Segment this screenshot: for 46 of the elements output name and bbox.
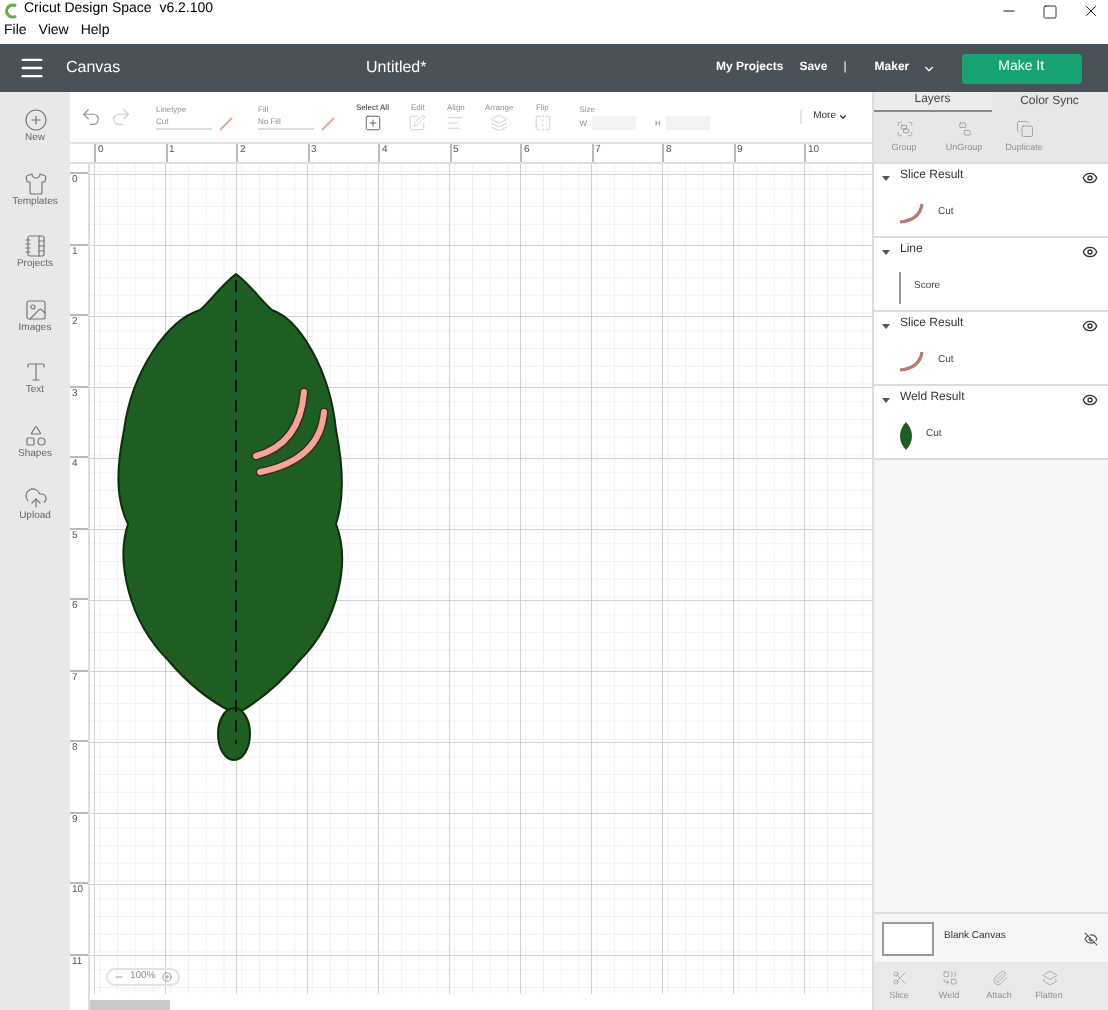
arrange-icon	[490, 114, 509, 132]
duplicate-icon	[1015, 119, 1033, 138]
color-swatch-icon[interactable]	[320, 115, 336, 131]
document-title: Untitled*	[366, 56, 429, 80]
close-icon[interactable]	[1082, 2, 1100, 20]
align-icon	[446, 114, 465, 132]
ungroup-icon	[955, 119, 973, 138]
scrollbar[interactable]	[90, 1000, 170, 1010]
section-title: Canvas	[66, 56, 123, 80]
group-icon	[895, 119, 913, 138]
arc-thumbnail-icon	[898, 349, 926, 373]
app-logo-icon	[4, 2, 20, 20]
expand-arrow-icon[interactable]	[882, 173, 890, 181]
flip-icon	[533, 114, 552, 132]
menu-icon[interactable]	[18, 54, 46, 82]
new-icon	[23, 108, 47, 132]
undo-icon[interactable]	[80, 106, 102, 128]
visibility-icon[interactable]	[1082, 317, 1098, 333]
maximize-icon[interactable]	[1042, 3, 1058, 19]
visibility-icon[interactable]	[1082, 169, 1098, 185]
shapes-icon	[23, 423, 47, 447]
text-icon	[23, 360, 47, 384]
projects-icon	[23, 234, 47, 258]
flatten-icon	[1041, 969, 1057, 986]
line-thumbnail-icon	[898, 271, 902, 303]
visibility-icon[interactable]	[1082, 243, 1098, 259]
upload-icon	[23, 486, 47, 510]
expand-arrow-icon[interactable]	[882, 395, 890, 403]
leaf-thumbnail-icon	[898, 421, 914, 449]
attach-icon	[991, 969, 1007, 986]
images-icon	[23, 297, 47, 321]
hidden-eye-icon[interactable]	[1084, 931, 1098, 945]
expand-arrow-icon[interactable]	[882, 321, 890, 329]
slice-icon	[891, 969, 907, 986]
color-swatch-icon[interactable]	[218, 115, 234, 131]
chevron-down-icon	[921, 61, 936, 75]
templates-icon	[23, 171, 47, 195]
arc-thumbnail-icon	[898, 201, 926, 225]
caret-icon	[838, 112, 848, 122]
weld-icon	[941, 969, 957, 986]
blank-canvas-swatch[interactable]	[882, 921, 934, 955]
visibility-icon[interactable]	[1082, 391, 1098, 407]
select-icon	[363, 114, 382, 132]
expand-arrow-icon[interactable]	[882, 247, 890, 255]
leaf-drawing[interactable]	[117, 273, 343, 761]
edit-icon	[408, 114, 427, 132]
